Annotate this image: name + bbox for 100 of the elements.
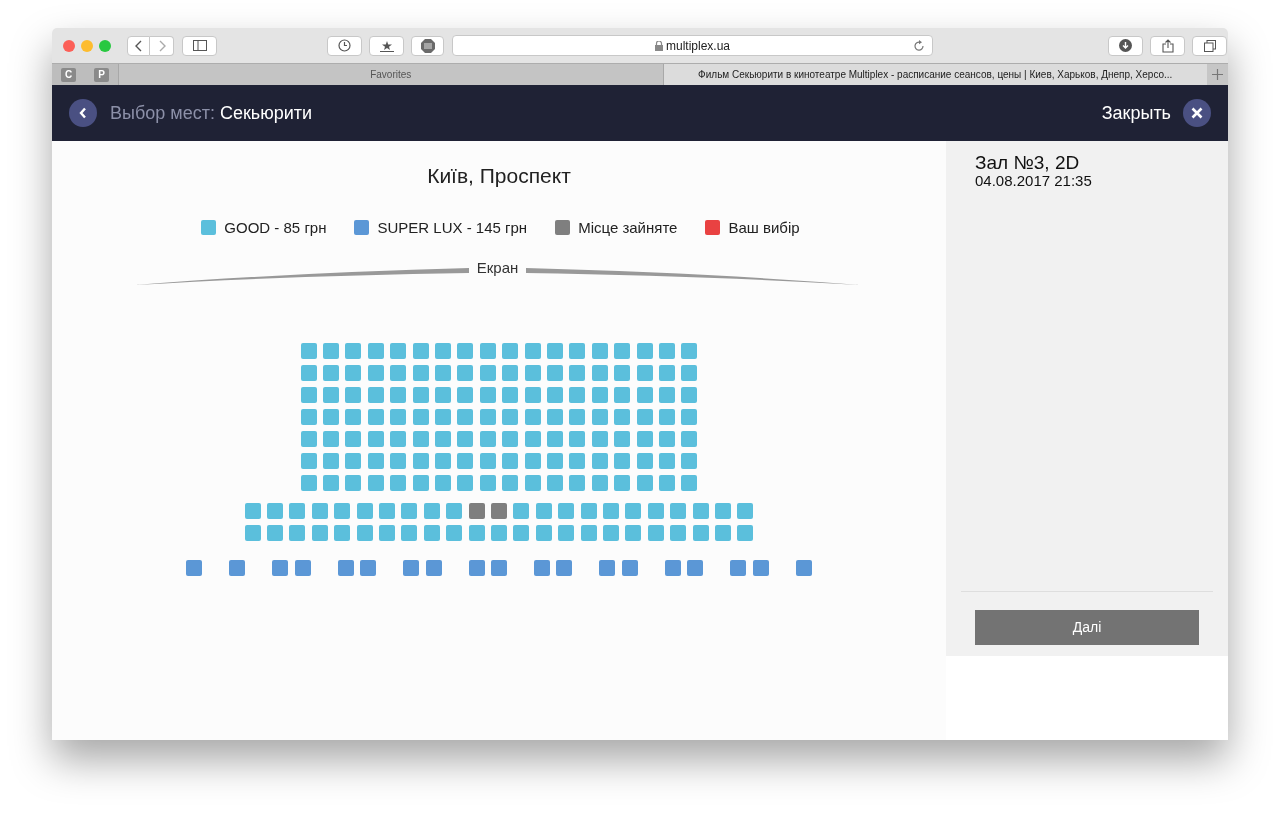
seat[interactable] (614, 365, 631, 381)
close-button[interactable] (1183, 99, 1211, 127)
history-button[interactable] (327, 35, 362, 56)
seat[interactable] (356, 525, 373, 541)
seat[interactable] (502, 365, 519, 381)
back-button[interactable] (69, 99, 97, 127)
seat[interactable] (580, 503, 597, 519)
seat[interactable] (367, 387, 384, 403)
seat[interactable] (502, 387, 519, 403)
seat[interactable] (591, 431, 608, 447)
seat[interactable] (412, 365, 429, 381)
seat[interactable] (479, 431, 496, 447)
seat[interactable] (468, 503, 485, 519)
close-window-icon[interactable] (63, 39, 75, 52)
seat[interactable] (446, 525, 463, 541)
seat[interactable] (289, 503, 306, 519)
seat[interactable] (658, 365, 675, 381)
seat[interactable] (692, 503, 709, 519)
seat[interactable] (681, 475, 698, 491)
seat[interactable] (412, 475, 429, 491)
seat[interactable] (379, 503, 396, 519)
seat[interactable] (602, 503, 619, 519)
seat[interactable] (795, 560, 812, 576)
seat[interactable] (345, 475, 362, 491)
next-button[interactable]: Далі (975, 610, 1199, 645)
seat[interactable] (636, 409, 653, 425)
seat[interactable] (558, 525, 575, 541)
seat[interactable] (658, 387, 675, 403)
seat[interactable] (614, 387, 631, 403)
seat[interactable] (658, 431, 675, 447)
seat[interactable] (502, 409, 519, 425)
bookmarks-button[interactable] (369, 35, 404, 56)
seat[interactable] (300, 343, 317, 359)
seat[interactable] (524, 409, 541, 425)
seat[interactable] (625, 525, 642, 541)
seat[interactable] (479, 409, 496, 425)
share-button[interactable] (1150, 35, 1185, 56)
seat[interactable] (524, 431, 541, 447)
browser-tab[interactable]: Favorites (118, 64, 663, 85)
seat[interactable] (614, 409, 631, 425)
seat[interactable] (569, 431, 586, 447)
seat[interactable] (412, 409, 429, 425)
seat[interactable] (323, 387, 340, 403)
seat[interactable] (356, 503, 373, 519)
seat[interactable] (602, 525, 619, 541)
seat[interactable] (569, 387, 586, 403)
seat[interactable] (524, 453, 541, 469)
seat[interactable] (535, 503, 552, 519)
seat[interactable] (714, 525, 731, 541)
seat[interactable] (323, 365, 340, 381)
seat[interactable] (334, 525, 351, 541)
seat[interactable] (300, 431, 317, 447)
seat[interactable] (546, 365, 563, 381)
seat[interactable] (614, 431, 631, 447)
seat[interactable] (457, 431, 474, 447)
seat[interactable] (267, 525, 284, 541)
seat[interactable] (425, 560, 442, 576)
seat[interactable] (681, 453, 698, 469)
seat[interactable] (300, 453, 317, 469)
tabs-overview-button[interactable] (1192, 35, 1227, 56)
seat[interactable] (502, 453, 519, 469)
browser-tab[interactable]: Фильм Секьюрити в кинотеатре Multiplex - расписание сеансов, цены | Киев, Харьков, Днепр, Херсо... (662, 64, 1207, 85)
seat[interactable] (345, 343, 362, 359)
seat[interactable] (390, 343, 407, 359)
seat[interactable] (390, 453, 407, 469)
seat[interactable] (244, 503, 261, 519)
close-label[interactable]: Закрыть (1101, 99, 1171, 127)
seat[interactable] (479, 365, 496, 381)
seat[interactable] (535, 525, 552, 541)
seat[interactable] (513, 503, 530, 519)
seat[interactable] (591, 453, 608, 469)
seat[interactable] (752, 560, 769, 576)
seat[interactable] (692, 525, 709, 541)
seat[interactable] (367, 343, 384, 359)
seat[interactable] (412, 453, 429, 469)
seat[interactable] (625, 503, 642, 519)
seat[interactable] (730, 560, 747, 576)
pinned-tab[interactable]: P (94, 67, 109, 82)
seat[interactable] (580, 525, 597, 541)
seat[interactable] (367, 453, 384, 469)
seat[interactable] (670, 503, 687, 519)
seat[interactable] (334, 503, 351, 519)
seat[interactable] (323, 409, 340, 425)
seat[interactable] (658, 453, 675, 469)
seat[interactable] (479, 453, 496, 469)
seat[interactable] (658, 475, 675, 491)
seat[interactable] (670, 525, 687, 541)
seat[interactable] (423, 525, 440, 541)
seat[interactable] (229, 560, 246, 576)
seat[interactable] (423, 503, 440, 519)
address-bar[interactable]: multiplex.ua (452, 35, 933, 56)
seat[interactable] (714, 503, 731, 519)
seat[interactable] (323, 475, 340, 491)
seat[interactable] (546, 431, 563, 447)
seat[interactable] (403, 560, 420, 576)
seat[interactable] (379, 525, 396, 541)
minimize-window-icon[interactable] (81, 39, 93, 52)
seat[interactable] (412, 343, 429, 359)
seat[interactable] (345, 431, 362, 447)
seat[interactable] (636, 431, 653, 447)
